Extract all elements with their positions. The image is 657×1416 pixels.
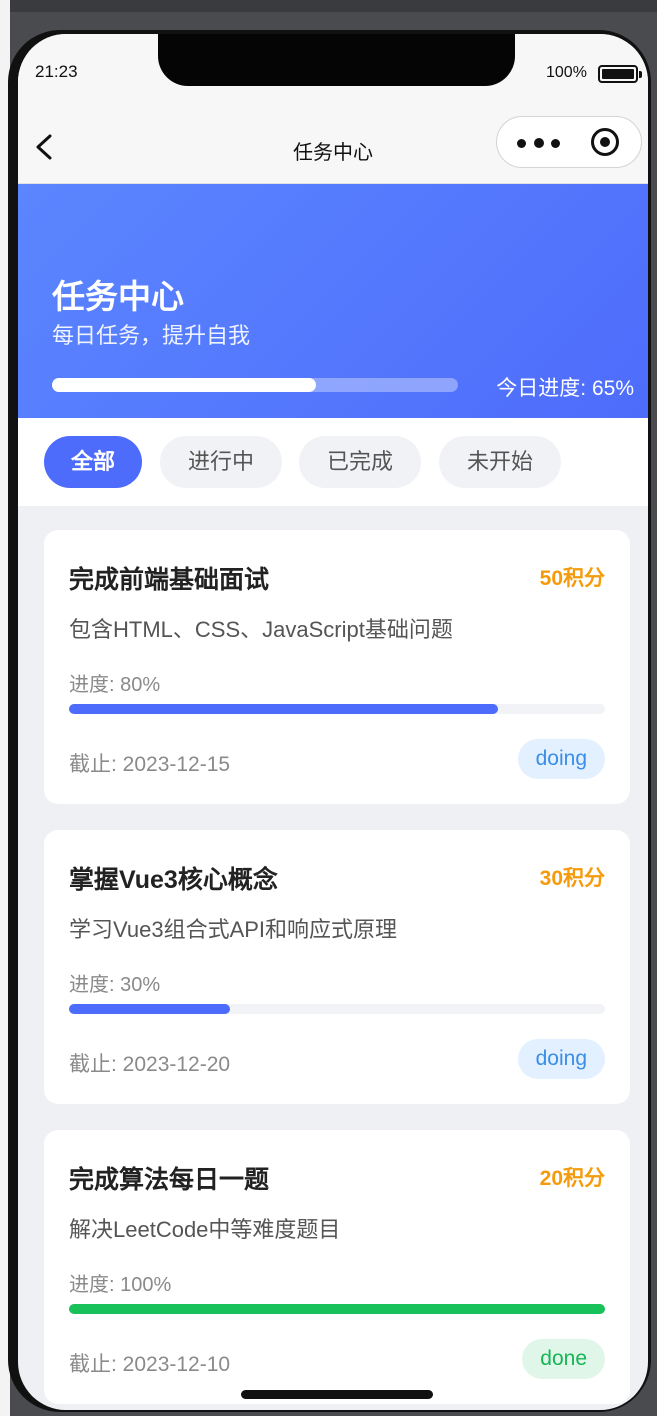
task-card[interactable]: 完成前端基础面试 50积分 包含HTML、CSS、JavaScript基础问题 … [44,530,630,804]
task-deadline: 截止: 2023-12-20 [69,1053,231,1076]
task-progress-fill [69,1004,230,1014]
task-deadline: 截止: 2023-12-15 [69,753,231,776]
task-points: 30积分 [539,867,605,890]
task-progress-bar [69,1304,605,1314]
task-card[interactable]: 完成算法每日一题 20积分 解决LeetCode中等难度题目 进度: 100% … [44,1130,630,1404]
notch [158,34,515,86]
tab-not-started[interactable]: 未开始 [439,436,561,488]
task-card[interactable]: 掌握Vue3核心概念 30积分 学习Vue3组合式API和响应式原理 进度: 3… [44,830,630,1104]
tab-all[interactable]: 全部 [44,436,142,488]
task-points: 20积分 [539,1167,605,1190]
phone-screen: 21:23 100% 任务中心 任务中心 每日任务，提升自我 今日进度: 65%… [18,34,648,1410]
task-description: 包含HTML、CSS、JavaScript基础问题 [69,617,453,642]
mini-program-capsule [496,116,642,168]
status-badge: doing [517,1039,605,1079]
battery-percent: 100% [546,64,587,81]
tab-in-progress[interactable]: 进行中 [160,436,282,488]
more-dots-icon[interactable] [515,117,567,167]
home-indicator [241,1390,433,1399]
task-deadline: 截止: 2023-12-10 [69,1353,231,1376]
filter-tabs: 全部 进行中 已完成 未开始 [18,418,648,506]
target-circle-icon[interactable] [591,128,619,156]
task-progress-label: 进度: 30% [69,974,161,996]
task-progress-label: 进度: 80% [69,674,161,696]
task-title: 掌握Vue3核心概念 [69,866,278,894]
task-description: 解决LeetCode中等难度题目 [69,1217,341,1242]
navbar: 任务中心 [18,110,648,184]
daily-progress-fill [52,378,316,392]
phone-frame: 21:23 100% 任务中心 任务中心 每日任务，提升自我 今日进度: 65%… [8,30,651,1412]
tab-completed[interactable]: 已完成 [299,436,421,488]
task-progress-fill [69,1304,605,1314]
task-progress-label: 进度: 100% [69,1274,172,1296]
battery-icon [598,65,642,83]
hero-subtitle: 每日任务，提升自我 [52,323,251,348]
task-progress-fill [69,704,498,714]
task-points: 50积分 [539,567,605,590]
task-title: 完成算法每日一题 [69,1166,270,1194]
hero-title: 任务中心 [52,278,184,315]
daily-progress-label: 今日进度: 65% [496,377,634,400]
status-badge: done [522,1339,605,1379]
hero-banner: 任务中心 每日任务，提升自我 今日进度: 65% [18,184,648,418]
status-time: 21:23 [35,62,78,81]
status-badge: doing [517,739,605,779]
editor-background-top [0,0,657,12]
task-title: 完成前端基础面试 [69,566,270,594]
task-description: 学习Vue3组合式API和响应式原理 [69,917,398,942]
daily-progress-bar [52,378,458,392]
task-progress-bar [69,704,605,714]
task-progress-bar [69,1004,605,1014]
